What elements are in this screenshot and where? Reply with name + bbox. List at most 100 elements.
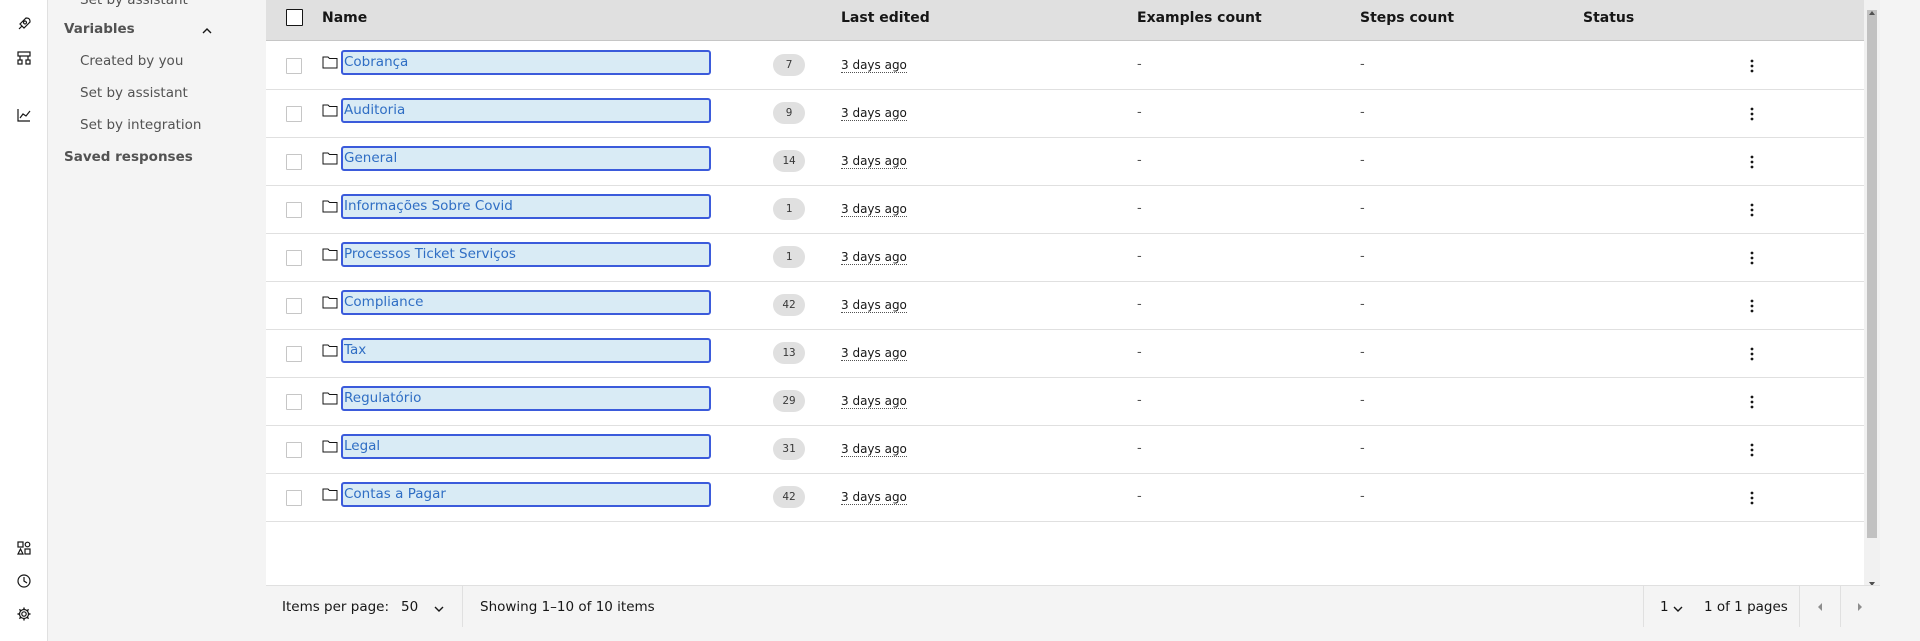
previous-page-icon[interactable] — [1800, 586, 1840, 627]
overflow-menu-icon[interactable] — [1746, 394, 1758, 410]
scrollbar-thumb[interactable] — [1867, 10, 1877, 538]
item-count-badge: 9 — [773, 102, 805, 124]
page-chevron-down-icon[interactable] — [1672, 600, 1684, 619]
folder-name-link[interactable]: Auditoria — [341, 98, 711, 123]
table-row[interactable]: Processos Ticket Serviços 1 3 days ago - - — [266, 234, 1864, 282]
overflow-menu-icon[interactable] — [1746, 490, 1758, 506]
overflow-menu-icon[interactable] — [1746, 442, 1758, 458]
folder-icon — [322, 102, 338, 117]
next-page-icon[interactable] — [1840, 586, 1880, 627]
folder-name-link[interactable]: Informações Sobre Covid — [341, 194, 711, 219]
examples-count-value: - — [1137, 105, 1142, 120]
row-checkbox[interactable] — [286, 154, 302, 170]
overflow-menu-icon[interactable] — [1746, 58, 1758, 74]
sidebar-item-variables[interactable]: Variables — [64, 21, 135, 37]
table-row[interactable]: Regulatório 29 3 days ago - - — [266, 378, 1864, 426]
overflow-menu-icon[interactable] — [1746, 154, 1758, 170]
overflow-menu-icon[interactable] — [1746, 202, 1758, 218]
steps-count-value: - — [1360, 345, 1365, 360]
table-row[interactable]: Legal 31 3 days ago - - — [266, 426, 1864, 474]
last-edited-text[interactable]: 3 days ago — [841, 107, 907, 121]
overflow-menu-icon[interactable] — [1746, 298, 1758, 314]
overflow-menu-icon[interactable] — [1746, 346, 1758, 362]
row-checkbox[interactable] — [286, 442, 302, 458]
folder-name-link[interactable]: Contas a Pagar — [341, 482, 711, 507]
page-select[interactable]: 1 — [1660, 599, 1669, 615]
table-row[interactable]: Compliance 42 3 days ago - - — [266, 282, 1864, 330]
items-per-page-select[interactable]: 50 — [401, 599, 418, 615]
sidebar-item-created-by-you[interactable]: Created by you — [80, 53, 183, 69]
divider — [1643, 586, 1644, 627]
row-checkbox[interactable] — [286, 346, 302, 362]
sidebar-item-saved-responses[interactable]: Saved responses — [64, 149, 193, 165]
examples-count-value: - — [1137, 393, 1142, 408]
last-edited-text[interactable]: 3 days ago — [841, 251, 907, 265]
sidebar-item-set-by-assistant-top[interactable]: Set by assistant — [80, 0, 188, 8]
folder-icon — [322, 246, 338, 261]
folder-name-link[interactable]: Compliance — [341, 290, 711, 315]
examples-count-value: - — [1137, 441, 1142, 456]
last-edited-text[interactable]: 3 days ago — [841, 155, 907, 169]
row-checkbox[interactable] — [286, 490, 302, 506]
table-row[interactable]: Auditoria 9 3 days ago - - — [266, 90, 1864, 138]
column-header-status[interactable]: Status — [1583, 10, 1634, 26]
examples-count-value: - — [1137, 297, 1142, 312]
items-per-page-label: Items per page: — [282, 599, 390, 615]
examples-count-value: - — [1137, 345, 1142, 360]
folder-name-link[interactable]: Cobrança — [341, 50, 711, 75]
folder-name-link[interactable]: Processos Ticket Serviços — [341, 242, 711, 267]
settings-icon[interactable] — [14, 604, 34, 624]
last-edited-text[interactable]: 3 days ago — [841, 59, 907, 73]
column-header-steps-count[interactable]: Steps count — [1360, 10, 1454, 26]
item-count-badge: 42 — [773, 294, 805, 316]
column-header-name[interactable]: Name — [322, 10, 367, 26]
item-count-badge: 14 — [773, 150, 805, 172]
folder-name-link[interactable]: Regulatório — [341, 386, 711, 411]
integrations-icon[interactable] — [14, 538, 34, 558]
item-count-badge: 42 — [773, 486, 805, 508]
last-edited-text[interactable]: 3 days ago — [841, 299, 907, 313]
chevron-down-icon[interactable] — [433, 600, 445, 619]
table-header: Name Last edited Examples count Steps co… — [266, 0, 1864, 41]
select-all-checkbox[interactable] — [286, 9, 303, 26]
data-table: Name Last edited Examples count Steps co… — [266, 0, 1880, 627]
item-count-badge: 1 — [773, 198, 805, 220]
steps-count-value: - — [1360, 153, 1365, 168]
table-row[interactable]: Informações Sobre Covid 1 3 days ago - - — [266, 186, 1864, 234]
divider — [462, 586, 463, 627]
overflow-menu-icon[interactable] — [1746, 250, 1758, 266]
folder-name-link[interactable]: Legal — [341, 434, 711, 459]
row-checkbox[interactable] — [286, 58, 302, 74]
folder-icon — [322, 486, 338, 501]
folder-name-link[interactable]: General — [341, 146, 711, 171]
analytics-icon[interactable] — [14, 105, 34, 125]
flowchart-icon[interactable] — [14, 48, 34, 68]
scroll-up-arrow-icon[interactable] — [1868, 2, 1876, 15]
last-edited-text[interactable]: 3 days ago — [841, 395, 907, 409]
row-checkbox[interactable] — [286, 250, 302, 266]
column-header-examples-count[interactable]: Examples count — [1137, 10, 1262, 26]
row-checkbox[interactable] — [286, 106, 302, 122]
table-row[interactable]: Cobrança 7 3 days ago - - — [266, 42, 1864, 90]
chevron-up-icon[interactable] — [200, 23, 214, 37]
row-checkbox[interactable] — [286, 394, 302, 410]
folder-name-link[interactable]: Tax — [341, 338, 711, 363]
sidebar-item-set-by-integration[interactable]: Set by integration — [80, 117, 201, 133]
column-header-last-edited[interactable]: Last edited — [841, 10, 930, 26]
last-edited-text[interactable]: 3 days ago — [841, 203, 907, 217]
steps-count-value: - — [1360, 249, 1365, 264]
sidebar-item-set-by-assistant[interactable]: Set by assistant — [80, 85, 188, 101]
item-count-badge: 13 — [773, 342, 805, 364]
table-row[interactable]: Tax 13 3 days ago - - — [266, 330, 1864, 378]
history-icon[interactable] — [14, 571, 34, 591]
table-row[interactable]: Contas a Pagar 42 3 days ago - - — [266, 474, 1864, 522]
row-checkbox[interactable] — [286, 298, 302, 314]
last-edited-text[interactable]: 3 days ago — [841, 491, 907, 505]
last-edited-text[interactable]: 3 days ago — [841, 443, 907, 457]
table-row[interactable]: General 14 3 days ago - - — [266, 138, 1864, 186]
last-edited-text[interactable]: 3 days ago — [841, 347, 907, 361]
scroll-down-arrow-icon[interactable] — [1868, 573, 1876, 586]
rocket-icon[interactable] — [14, 14, 34, 34]
overflow-menu-icon[interactable] — [1746, 106, 1758, 122]
row-checkbox[interactable] — [286, 202, 302, 218]
